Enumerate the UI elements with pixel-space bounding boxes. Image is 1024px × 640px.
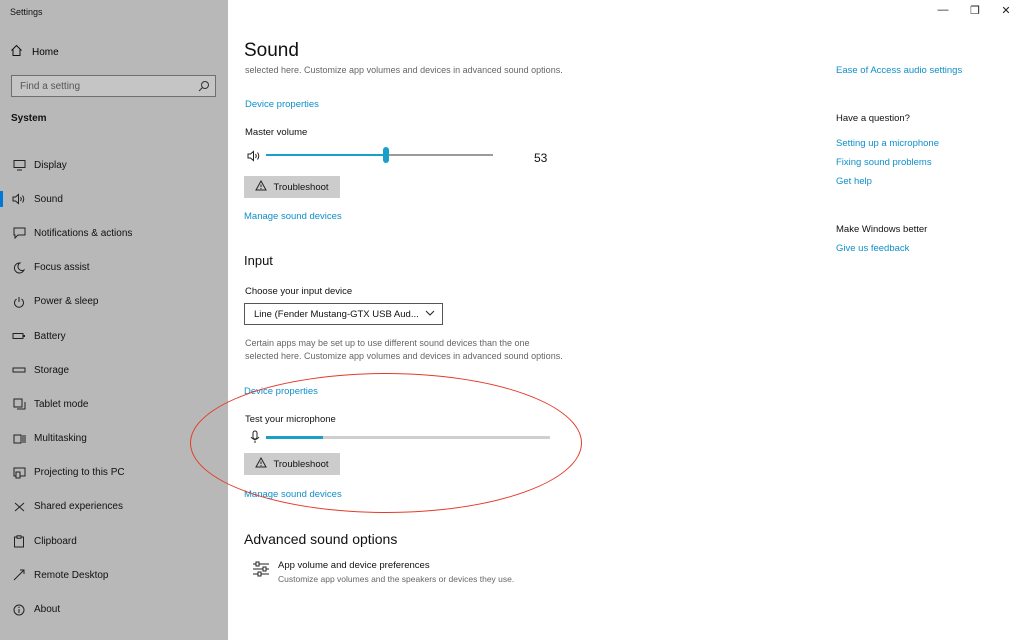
advanced-heading: Advanced sound options [244,531,398,547]
main-content: Sound selected here. Customize app volum… [228,0,1024,640]
sidebar-item-display[interactable]: Display [0,148,228,182]
ease-of-access-audio-link[interactable]: Ease of Access audio settings [836,65,962,76]
master-volume-slider[interactable] [266,147,493,163]
sliders-icon [252,560,270,584]
sidebar-item-focus-assist[interactable]: Focus assist [0,251,228,285]
sidebar-item-label: Power & sleep [34,296,99,308]
sidebar-item-tablet-mode[interactable]: Tablet mode [0,387,228,421]
multitasking-icon [12,432,26,446]
make-windows-better-heading: Make Windows better [836,224,928,235]
setting-up-microphone-link[interactable]: Setting up a microphone [836,138,939,149]
speaker-icon[interactable] [247,149,261,167]
sidebar-item-sound[interactable]: Sound [0,182,228,216]
moon-icon [12,261,26,275]
sidebar-item-label: Remote Desktop [34,569,109,581]
sidebar-item-shared-experiences[interactable]: Shared experiences [0,490,228,524]
speaker-icon [12,192,26,206]
fixing-sound-problems-link[interactable]: Fixing sound problems [836,157,932,168]
home-label: Home [32,46,59,58]
input-description: Certain apps may be set up to use differ… [245,338,563,361]
selected-input-device: Line (Fender Mustang-GTX USB Aud... [254,308,419,320]
page-title: Sound [244,40,299,61]
sidebar-item-remote-desktop[interactable]: Remote Desktop [0,558,228,592]
sidebar-item-label: Display [34,159,67,171]
annotation-ellipse [190,373,582,513]
storage-icon [12,363,26,377]
output-description: selected here. Customize app volumes and… [245,65,563,75]
home-icon [10,44,23,60]
choose-input-label: Choose your input device [245,286,353,297]
sidebar-item-label: Projecting to this PC [34,467,125,479]
sidebar-item-label: Clipboard [34,535,77,547]
volume-value: 53 [534,151,548,165]
sidebar-item-label: Battery [34,330,66,342]
sidebar-item-label: About [34,604,61,616]
troubleshoot-label: Troubleshoot [273,181,329,193]
sidebar-item-label: Shared experiences [34,501,123,513]
sidebar-item-label: Multitasking [34,433,87,445]
sidebar-item-label: Storage [34,364,70,376]
shared-icon [12,500,26,514]
give-feedback-link[interactable]: Give us feedback [836,243,909,254]
sidebar-item-notifications[interactable]: Notifications & actions [0,216,228,250]
app-volume-preferences-item[interactable]: App volume and device preferences Custom… [252,560,514,584]
search-input[interactable]: Find a setting [11,75,216,97]
sidebar: Settings Home Find a setting System Disp… [0,0,228,640]
get-help-link[interactable]: Get help [836,176,872,187]
app-title: Settings [10,7,43,17]
volume-thumb[interactable] [383,147,390,163]
volume-fill [266,154,387,156]
sidebar-item-about[interactable]: About [0,592,228,626]
chevron-down-icon [424,307,436,322]
input-heading: Input [244,253,273,268]
sidebar-item-clipboard[interactable]: Clipboard [0,524,228,558]
home-button[interactable]: Home [10,44,59,60]
app-volume-title: App volume and device preferences [278,560,430,571]
sidebar-item-battery[interactable]: Battery [0,319,228,353]
sidebar-item-storage[interactable]: Storage [0,353,228,387]
app-volume-subtitle: Customize app volumes and the speakers o… [278,574,515,584]
sidebar-nav: Display Sound Notifications & actions Fo… [0,148,228,627]
tablet-icon [12,397,26,411]
clipboard-icon [12,534,26,548]
search-placeholder: Find a setting [20,80,81,92]
sidebar-item-label: Tablet mode [34,398,89,410]
master-volume-label: Master volume [245,127,308,138]
output-manage-devices-link[interactable]: Manage sound devices [244,211,342,222]
sidebar-item-projecting[interactable]: Projecting to this PC [0,456,228,490]
battery-icon [12,329,26,343]
warning-icon [255,179,268,194]
sidebar-item-label: Notifications & actions [34,227,133,239]
sidebar-item-power-sleep[interactable]: Power & sleep [0,285,228,319]
output-troubleshoot-button[interactable]: Troubleshoot [244,176,340,198]
search-icon[interactable] [198,80,210,95]
section-label-system: System [11,113,47,124]
notifications-icon [12,226,26,240]
sidebar-item-label: Focus assist [34,262,90,274]
info-icon [12,603,26,617]
have-a-question-heading: Have a question? [836,113,910,124]
display-icon [12,158,26,172]
output-device-properties-link[interactable]: Device properties [245,99,319,110]
power-icon [12,295,26,309]
remote-desktop-icon [12,568,26,582]
projecting-icon [12,466,26,480]
sidebar-item-label: Sound [34,193,63,205]
input-device-dropdown[interactable]: Line (Fender Mustang-GTX USB Aud... [244,303,443,325]
